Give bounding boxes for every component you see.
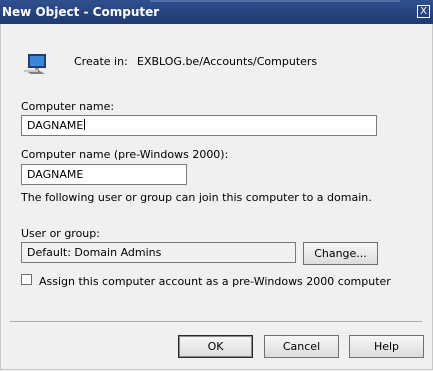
computer-name-input[interactable]: DAGNAME bbox=[21, 115, 377, 136]
user-group-label: User or group: bbox=[21, 227, 100, 240]
close-icon: X bbox=[420, 6, 427, 17]
ok-button[interactable]: OK bbox=[178, 335, 253, 358]
computer-monitor-icon bbox=[21, 52, 49, 78]
create-in-value: EXBLOG.be/Accounts/Computers bbox=[137, 55, 318, 68]
pre2000-value: DAGNAME bbox=[27, 168, 84, 181]
change-button[interactable]: Change... bbox=[303, 242, 378, 265]
change-button-label: Change... bbox=[314, 247, 367, 260]
user-group-value: Default: Domain Admins bbox=[27, 246, 162, 259]
help-button-label: Help bbox=[373, 340, 400, 353]
pre2000-input[interactable]: DAGNAME bbox=[21, 164, 187, 185]
title-bar: New Object - Computer X bbox=[0, 0, 433, 24]
help-button[interactable]: Help bbox=[349, 335, 424, 358]
computer-name-label: Computer name: bbox=[21, 100, 115, 113]
checkbox-label[interactable]: Assign this computer account as a pre-Wi… bbox=[39, 275, 391, 288]
assign-pre2000-checkbox[interactable] bbox=[21, 274, 32, 285]
computer-name-value: DAGNAME bbox=[27, 119, 84, 132]
title-strip bbox=[150, 0, 400, 2]
create-in-label: Create in: bbox=[74, 55, 128, 68]
cancel-button-label: Cancel bbox=[282, 340, 321, 353]
pre2000-label: Computer name (pre-Windows 2000): bbox=[21, 148, 229, 161]
user-group-field: Default: Domain Admins bbox=[21, 242, 296, 263]
ok-button-label: OK bbox=[207, 340, 224, 353]
cancel-button[interactable]: Cancel bbox=[264, 335, 339, 358]
separator bbox=[10, 321, 422, 322]
text-cursor bbox=[84, 119, 86, 130]
close-button[interactable]: X bbox=[417, 5, 430, 18]
info-text: The following user or group can join thi… bbox=[21, 191, 372, 204]
window-title: New Object - Computer bbox=[2, 5, 160, 19]
